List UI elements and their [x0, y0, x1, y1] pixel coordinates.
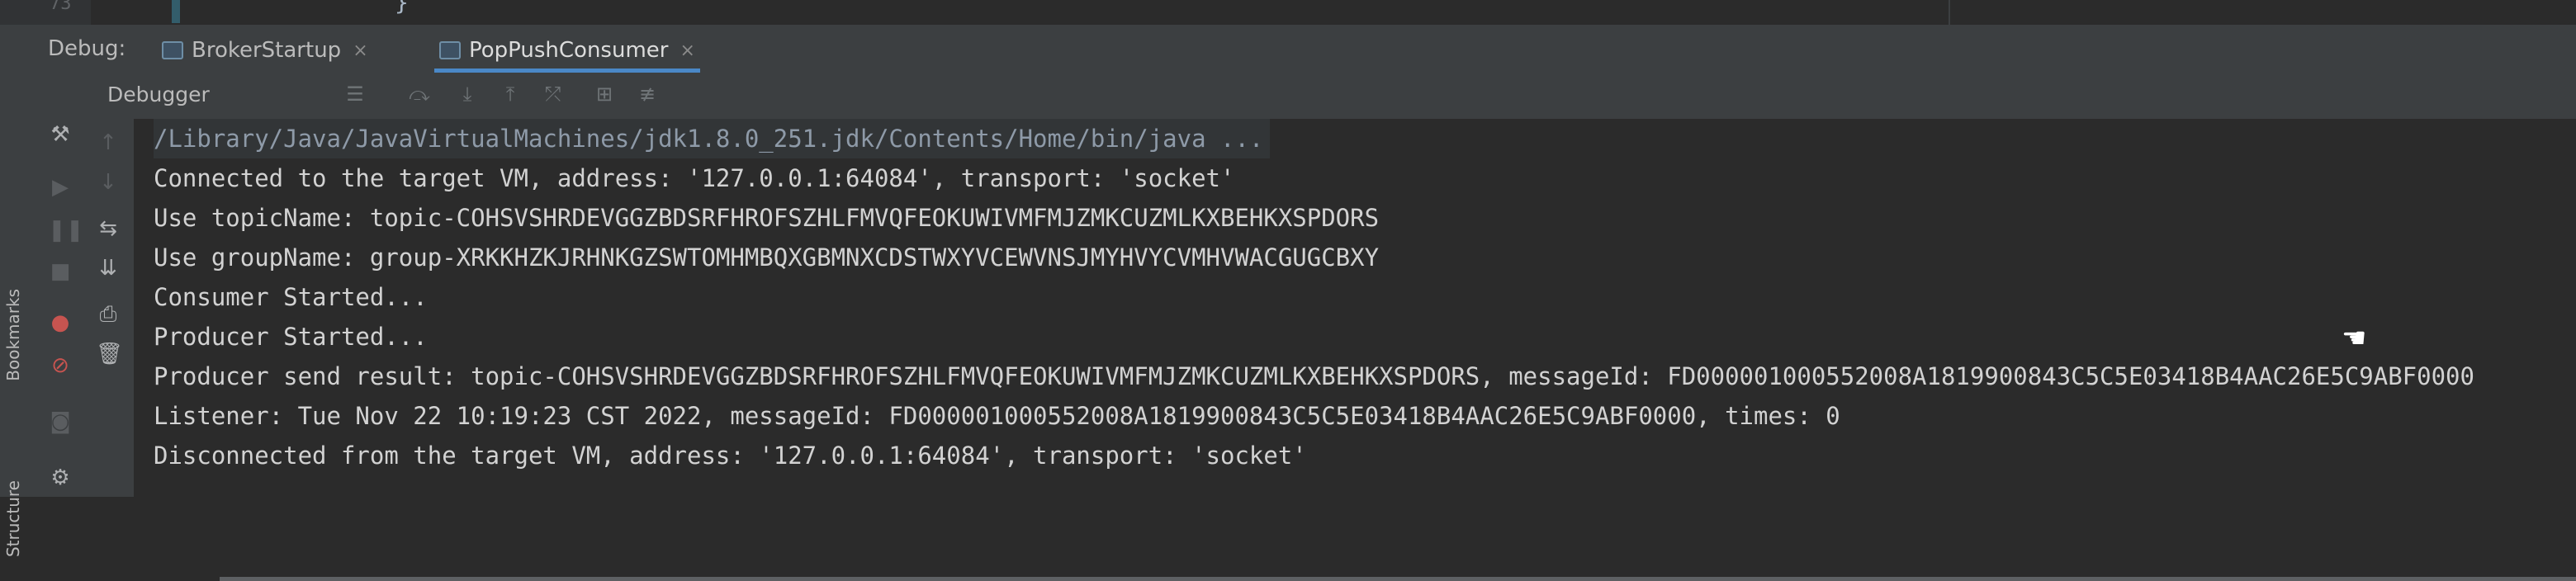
debug-side-toolbar: ✹ ⚒ ▶ ❚❚ ■ ● ⊘ ◙ ⚙ [36, 73, 85, 497]
debug-label: Debug: [48, 36, 126, 61]
console-line: Listener: Tue Nov 22 10:19:23 CST 2022, … [154, 402, 1840, 430]
editor-gutter [0, 0, 91, 25]
gear-icon[interactable]: ⚙ [48, 465, 73, 490]
editor-divider [1949, 0, 1950, 25]
wrench-icon[interactable]: ⚒ [48, 122, 73, 147]
hand-cursor-icon: ☚ [2342, 322, 2367, 355]
trash-icon[interactable]: 🗑 [96, 342, 123, 366]
left-tool-stripe: Bookmarks Structure [0, 25, 37, 557]
camera-icon[interactable]: ◙ [48, 409, 73, 434]
run-tab-label: PopPushConsumer [469, 38, 669, 63]
tab-debugger[interactable]: Debugger [107, 83, 210, 106]
stop-icon[interactable]: ■ [48, 259, 73, 284]
console-line: Disconnected from the target VM, address… [154, 442, 1307, 470]
mute-breakpoints-icon[interactable]: ⊘ [48, 353, 73, 378]
console-side-toolbar: ↑ ↓ ⇆ ⇊ ⎙ 🗑 [84, 119, 135, 497]
console-output[interactable]: /Library/Java/JavaVirtualMachines/jdk1.8… [134, 119, 2576, 497]
step-into-icon[interactable]: ⤓ [456, 83, 479, 106]
close-icon[interactable]: × [353, 40, 367, 61]
resume-icon[interactable]: ▶ [48, 175, 73, 200]
run-tab-pop-push-consumer[interactable]: PopPushConsumer × [434, 31, 700, 73]
console-line[interactable]: /Library/Java/JavaVirtualMachines/jdk1.8… [154, 119, 1271, 158]
step-over-icon[interactable]: ⤼ [408, 83, 431, 106]
down-arrow-icon[interactable]: ↓ [96, 170, 121, 195]
pause-icon[interactable]: ❚❚ [48, 218, 84, 243]
console-line: Use topicName: topic-COHSVSHRDEVGGZBDSRF… [154, 204, 1380, 232]
list-icon[interactable]: ☰ [343, 83, 367, 106]
code-brace: } [395, 0, 409, 16]
console-toolbar-row: Debugger Console ☰ ⤼ ⤓ ⤒ ⤱ ⊞ ≢ [36, 73, 2576, 581]
line-number: 73 [50, 0, 72, 14]
trace-icon[interactable]: ≢ [636, 83, 659, 106]
run-tab-broker-startup[interactable]: BrokerStartup × [162, 31, 368, 69]
soft-wrap-icon[interactable]: ⇆ [96, 216, 121, 241]
up-arrow-icon[interactable]: ↑ [96, 130, 121, 155]
scroll-to-end-icon[interactable]: ⇊ [96, 256, 121, 281]
debug-header: Debug: BrokerStartup × PopPushConsumer × [36, 25, 2576, 73]
evaluate-icon[interactable]: ⊞ [593, 83, 616, 106]
close-icon[interactable]: × [680, 40, 694, 61]
print-icon[interactable]: ⎙ [96, 302, 121, 327]
step-out-icon[interactable]: ⤒ [499, 83, 522, 106]
run-config-icon [439, 41, 461, 59]
run-to-cursor-icon[interactable]: ⤱ [542, 83, 565, 106]
console-line: Connected to the target VM, address: '12… [154, 164, 1235, 192]
view-breakpoints-icon[interactable]: ● [48, 310, 73, 335]
console-line: Use groupName: group-XRKKHZKJRHNKGZSWTOM… [154, 243, 1380, 272]
structure-tab[interactable]: Structure [3, 480, 23, 557]
console-line: Producer Started... [154, 323, 428, 351]
run-config-icon [162, 41, 183, 59]
run-tab-label: BrokerStartup [192, 38, 342, 63]
bookmarks-tab[interactable]: Bookmarks [3, 289, 23, 381]
console-line: Producer send result: topic-COHSVSHRDEVG… [154, 362, 2474, 390]
editor-strip: 73 } [0, 0, 2576, 26]
console-line: Consumer Started... [154, 283, 428, 311]
editor-marker [172, 0, 180, 23]
